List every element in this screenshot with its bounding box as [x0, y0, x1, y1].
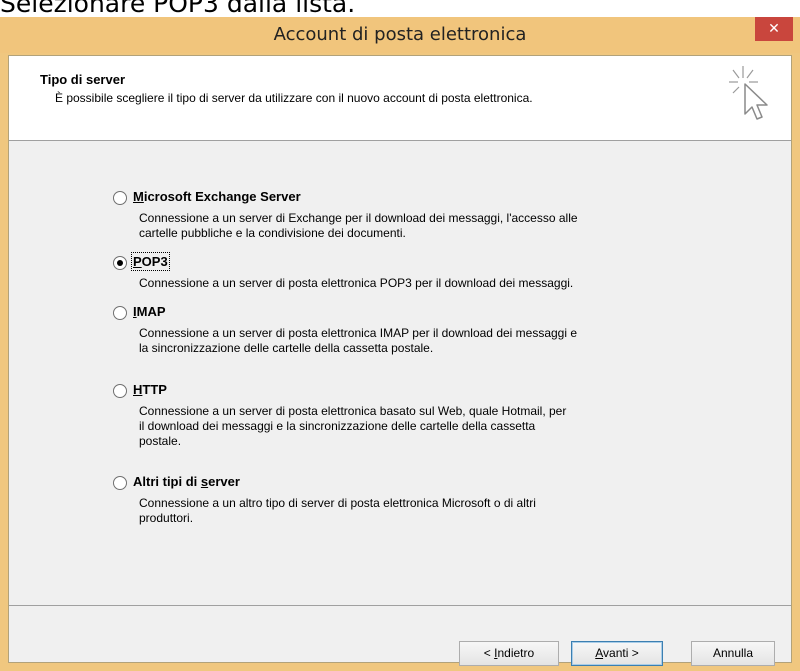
dialog-client-area: Tipo di server È possibile scegliere il … [8, 55, 792, 666]
next-button[interactable]: Avanti > [571, 641, 663, 666]
description-line: cartelle pubbliche e la condivisione dei… [139, 226, 406, 240]
instruction-caption: Selezionare POP3 dalla lista. [0, 0, 356, 18]
label-text: icrosoft Exchange Server [143, 189, 301, 204]
description-line: Connessione a un server di posta elettro… [139, 404, 567, 418]
description-line: Connessione a un server di Exchange per … [139, 211, 578, 225]
label-text: TTP [142, 382, 167, 397]
label-text: Altri tipi di [133, 474, 201, 489]
server-option-label[interactable]: POP3 [131, 252, 170, 271]
next-button-accesskey: A [595, 646, 604, 660]
server-option-label[interactable]: Altri tipi di server [133, 474, 240, 489]
radio-button[interactable] [113, 306, 127, 320]
radio-selected-dot [117, 260, 123, 266]
label-accesskey: H [133, 382, 143, 397]
title-bar[interactable]: Account di posta elettronica ✕ [0, 17, 800, 53]
server-option-label[interactable]: IMAP [133, 304, 166, 319]
radio-button[interactable] [113, 476, 127, 490]
server-option-label[interactable]: Microsoft Exchange Server [133, 189, 301, 204]
footer-divider [9, 605, 791, 606]
cancel-button[interactable]: Annulla [691, 641, 775, 666]
radio-button[interactable] [113, 256, 127, 270]
window-title: Account di posta elettronica [273, 24, 527, 45]
description-line: Connessione a un server di posta elettro… [139, 276, 574, 290]
radio-button[interactable] [113, 384, 127, 398]
label-text: erver [208, 474, 240, 489]
next-button-label: vanti > [603, 646, 639, 660]
label-text: OP3 [141, 254, 168, 269]
label-text: MAP [136, 304, 166, 319]
server-option-description: Connessione a un server di posta elettro… [139, 326, 699, 356]
close-button[interactable]: ✕ [755, 17, 793, 41]
radio-button[interactable] [113, 191, 127, 205]
back-button[interactable]: < Indietro [459, 641, 559, 666]
description-line: la sincronizzazione delle cartelle della… [139, 341, 434, 355]
server-option-description: Connessione a un server di posta elettro… [139, 404, 699, 449]
wizard-header: Tipo di server È possibile scegliere il … [9, 56, 791, 141]
back-button-label: ndietro [497, 646, 535, 660]
description-line: produttori. [139, 511, 194, 525]
back-button-prefix: < [483, 646, 495, 660]
description-line: postale. [139, 434, 182, 448]
wizard-cursor-icon [729, 66, 768, 120]
page-description: È possibile scegliere il tipo di server … [55, 91, 533, 105]
description-line: Connessione a un altro tipo di server di… [139, 496, 536, 510]
label-accesskey: P [133, 254, 142, 269]
email-account-dialog: Account di posta elettronica ✕ Tipo di s… [0, 17, 800, 671]
description-line: il download dei messaggi e la sincronizz… [139, 419, 536, 433]
server-option-description: Connessione a un altro tipo di server di… [139, 496, 699, 526]
description-line: Connessione a un server di posta elettro… [139, 326, 578, 340]
server-option-label[interactable]: HTTP [133, 382, 167, 397]
label-accesskey: M [133, 189, 144, 204]
close-icon: ✕ [768, 20, 780, 36]
server-option-description: Connessione a un server di posta elettro… [139, 276, 699, 291]
page-title: Tipo di server [40, 72, 126, 87]
server-option-description: Connessione a un server di Exchange per … [139, 211, 699, 241]
